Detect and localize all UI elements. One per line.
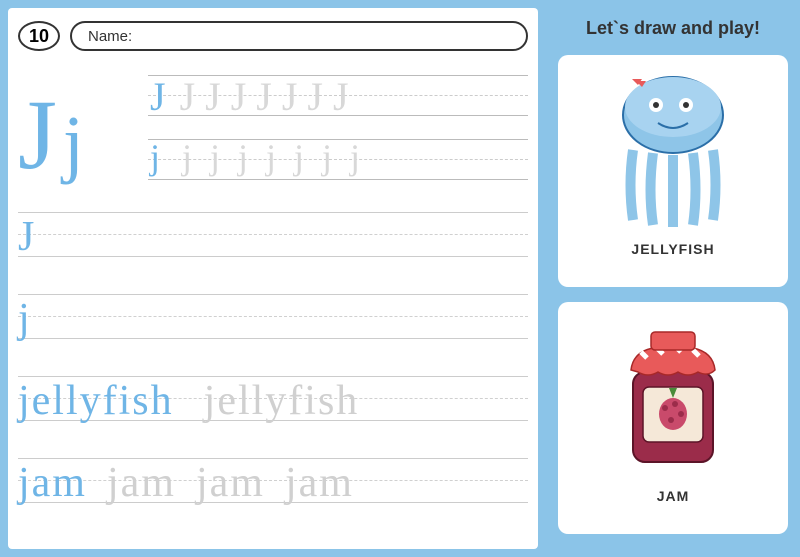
card-jellyfish: JELLYFISH: [558, 55, 788, 287]
trace-row-upper[interactable]: J J J J J J J J: [148, 69, 528, 125]
card-jam: JAM: [558, 302, 788, 534]
practice-row-jellyfish[interactable]: jellyfishjellyfish: [18, 372, 528, 430]
card-jellyfish-label: JELLYFISH: [631, 241, 714, 257]
jam-jar-icon: [613, 322, 733, 472]
practice-text-jam: jamjamjamjam: [18, 454, 528, 508]
jellyfish-icon: [598, 65, 748, 235]
jellyfish-image: [593, 65, 753, 235]
sidebar-title: Let`s draw and play!: [586, 18, 760, 39]
big-upper-letter: J: [18, 77, 57, 192]
worksheet-panel: 10 Name: J j J J J J J J J J: [8, 8, 538, 549]
trace-row-lower[interactable]: j j j j j j j j: [148, 133, 528, 189]
practice-row-lower-j[interactable]: j: [18, 290, 528, 348]
practice-text-j: j: [18, 290, 528, 344]
big-letter-pair: J j: [18, 77, 148, 192]
practice-area: J j jellyfishjellyfish jamjamjamjam: [18, 208, 528, 536]
practice-text-jellyfish: jellyfishjellyfish: [18, 372, 528, 426]
letter-demo-section: J j J J J J J J J J j j j j j j j: [18, 64, 528, 204]
worksheet-header: 10 Name:: [18, 18, 528, 54]
trace-upper-first: J: [150, 69, 166, 125]
card-jam-label: JAM: [657, 488, 690, 504]
practice-row-upper-J[interactable]: J: [18, 208, 528, 266]
trace-lower-rest: j j j j j j j: [164, 133, 360, 181]
jam-image: [593, 312, 753, 482]
trace-box: J J J J J J J J j j j j j j j j: [148, 69, 528, 199]
name-input-field[interactable]: Name:: [70, 21, 528, 51]
practice-row-jam[interactable]: jamjamjamjam: [18, 454, 528, 512]
page-number: 10: [18, 21, 60, 51]
trace-upper-rest: J J J J J J J: [170, 69, 349, 125]
big-lower-letter: j: [63, 100, 84, 187]
practice-text-J: J: [18, 208, 528, 262]
trace-lower-first: j: [150, 133, 160, 181]
